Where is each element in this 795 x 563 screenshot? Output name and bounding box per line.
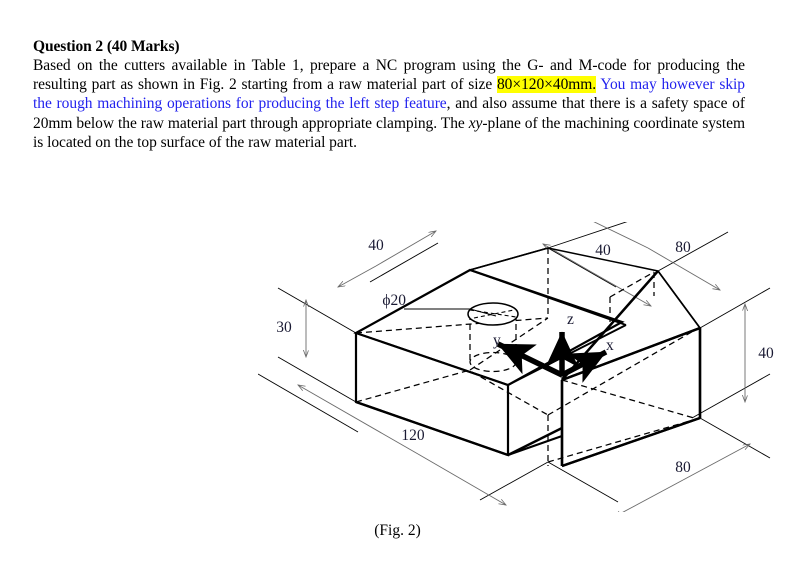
isometric-svg: z x y 40 40 80 30 40 120 80 ϕ20 xyxy=(258,222,774,512)
z-axis-label: z xyxy=(567,311,574,328)
dim-right-40: 40 xyxy=(758,345,774,362)
question-paragraph: Based on the cutters available in Table … xyxy=(33,56,745,152)
dim-bottom-80: 80 xyxy=(675,459,691,476)
highlighted-size: 80×120×40mm. xyxy=(496,76,597,94)
x-axis-label: x xyxy=(606,337,614,354)
extension-lines xyxy=(258,222,771,503)
figure-isometric-drawing: z x y 40 40 80 30 40 120 80 ϕ20 xyxy=(258,222,788,512)
italic-xy: xy xyxy=(468,114,483,132)
question-block: Question 2 (40 Marks) Based on the cutte… xyxy=(33,37,745,152)
question-title: Question 2 (40 Marks) xyxy=(33,38,180,55)
dim-left-30: 30 xyxy=(276,319,292,336)
coordinate-axes: z x y xyxy=(493,311,614,452)
figure-caption: (Fig. 2) xyxy=(374,522,421,539)
dim-top-right-40: 40 xyxy=(595,242,611,259)
dim-top-left-40: 40 xyxy=(368,237,384,254)
dim-bottom-120: 120 xyxy=(401,427,425,444)
dim-hole-diameter: ϕ20 xyxy=(382,292,406,309)
y-axis-label: y xyxy=(493,332,501,349)
dim-top-80: 80 xyxy=(675,239,691,256)
document-page: Question 2 (40 Marks) Based on the cutte… xyxy=(0,0,795,563)
